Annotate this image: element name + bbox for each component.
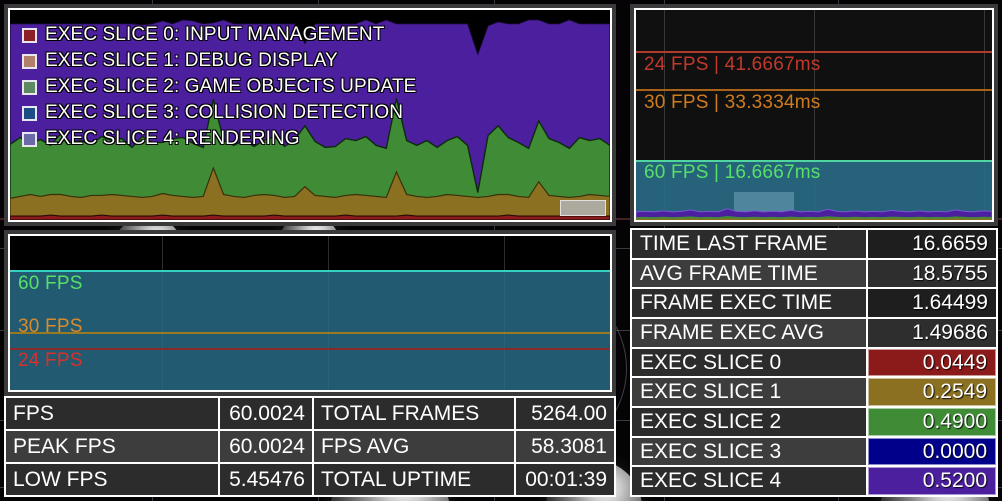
fps-row-1-value-2: 58.3081	[516, 431, 614, 462]
fps-line-60	[10, 270, 610, 272]
fps-area-fill	[10, 272, 610, 390]
stats-row-4-value: 0.0449	[868, 348, 996, 377]
frame-stats-table: TIME LAST FRAME 16.6659 AVG FRAME TIME 18.5…	[630, 228, 998, 497]
stats-row-6-value-text: 0.4900	[922, 409, 987, 433]
frame-time-label-60fps: 60 FPS | 16.6667ms	[644, 162, 821, 183]
fps-row-1-key-2: FPS AVG	[314, 431, 514, 462]
legend-item[interactable]: EXEC SLICE 2: GAME OBJECTS UPDATE	[22, 74, 416, 100]
table-row: TIME LAST FRAME 16.6659	[632, 230, 996, 258]
table-row: EXEC SLICE 3 0.0000	[632, 437, 996, 466]
stats-row-3-value-text: 1.49686	[912, 320, 988, 344]
stats-row-1-value: 18.5755	[868, 259, 996, 288]
frame-time-label-30fps: 30 FPS | 33.3334ms	[644, 92, 821, 113]
stats-row-6-key: EXEC SLICE 2	[632, 408, 866, 436]
stats-row-4-key: EXEC SLICE 0	[632, 348, 866, 377]
stats-row-5-key: EXEC SLICE 1	[632, 378, 866, 407]
frame-time-slice-svg	[636, 208, 992, 220]
fps-graph-panel: 60 FPS 30 FPS 24 FPS	[4, 230, 616, 396]
table-row: FPS 60.0024 TOTAL FRAMES 5264.00	[6, 398, 614, 429]
legend-label-slice-3: EXEC SLICE 3: COLLISION DETECTION	[45, 102, 404, 123]
fps-row-1-value: 60.0024	[220, 431, 312, 462]
legend-swatch-slice-3	[22, 105, 37, 121]
frame-time-graph-panel: 24 FPS | 41.6667ms 30 FPS | 33.3334ms 60…	[630, 4, 998, 226]
table-row: FRAME EXEC TIME 1.64499	[632, 289, 996, 318]
table-row: AVG FRAME TIME 18.5755	[632, 259, 996, 288]
fps-row-2-key-2: TOTAL UPTIME	[314, 464, 514, 495]
legend-swatch-slice-2	[22, 79, 37, 95]
fps-row-2-value: 5.45476	[220, 464, 312, 495]
frame-time-line-30fps	[636, 89, 992, 91]
stats-row-3-key: FRAME EXEC AVG	[632, 319, 866, 347]
legend-label-slice-1: EXEC SLICE 1: DEBUG DISPLAY	[45, 50, 338, 71]
exec-graph-scrollbar-thumb[interactable]	[560, 200, 606, 216]
stats-row-8-value: 0.5200	[868, 467, 996, 496]
stats-row-3-value: 1.49686	[868, 319, 996, 347]
table-row: EXEC SLICE 1 0.2549	[632, 378, 996, 407]
stats-row-1-value-text: 18.5755	[912, 261, 988, 285]
stats-row-8-key: EXEC SLICE 4	[632, 467, 866, 496]
legend-label-slice-0: EXEC SLICE 0: INPUT MANAGEMENT	[45, 24, 385, 45]
frame-time-label-24fps: 24 FPS | 41.6667ms	[644, 54, 821, 75]
stats-row-1-key: AVG FRAME TIME	[632, 259, 866, 288]
table-row: EXEC SLICE 4 0.5200	[632, 467, 996, 496]
legend-item[interactable]: EXEC SLICE 1: DEBUG DISPLAY	[22, 48, 416, 74]
fps-label-30: 30 FPS	[18, 316, 83, 337]
fps-graph[interactable]: 60 FPS 30 FPS 24 FPS	[10, 236, 610, 390]
fps-row-2-key: LOW FPS	[6, 464, 218, 495]
stats-row-7-value-text: 0.0000	[922, 439, 987, 463]
stats-row-0-value: 16.6659	[868, 230, 996, 258]
table-row: FRAME EXEC AVG 1.49686	[632, 319, 996, 347]
legend-item[interactable]: EXEC SLICE 3: COLLISION DETECTION	[22, 100, 416, 126]
stats-row-5-value: 0.2549	[868, 378, 996, 407]
frame-time-graph[interactable]: 24 FPS | 41.6667ms 30 FPS | 33.3334ms 60…	[636, 10, 992, 220]
legend-item[interactable]: EXEC SLICE 0: INPUT MANAGEMENT	[22, 22, 416, 48]
fps-row-0-key-2: TOTAL FRAMES	[314, 398, 514, 429]
fps-label-24: 24 FPS	[18, 350, 83, 371]
table-row: EXEC SLICE 0 0.0449	[632, 348, 996, 377]
fps-line-24	[10, 348, 610, 350]
stats-row-0-value-text: 16.6659	[912, 231, 988, 255]
fps-row-2-value-2: 00:01:39	[516, 464, 614, 495]
stats-row-4-value-text: 0.0449	[922, 350, 987, 374]
legend-label-slice-4: EXEC SLICE 4: RENDERING	[45, 128, 300, 149]
fps-row-0-value-2: 5264.00	[516, 398, 614, 429]
stats-row-6-value: 0.4900	[868, 408, 996, 436]
fps-row-1-key: PEAK FPS	[6, 431, 218, 462]
table-row: EXEC SLICE 2 0.4900	[632, 408, 996, 436]
stats-row-2-value-text: 1.64499	[912, 291, 988, 315]
fps-line-30	[10, 332, 610, 334]
frame-time-line-24fps	[636, 51, 992, 53]
stats-row-0-key: TIME LAST FRAME	[632, 230, 866, 258]
fps-label-60: 60 FPS	[18, 273, 83, 294]
stats-row-7-value: 0.0000	[868, 437, 996, 466]
stats-row-2-key: FRAME EXEC TIME	[632, 289, 866, 318]
fps-row-0-value: 60.0024	[220, 398, 312, 429]
legend-swatch-slice-1	[22, 53, 37, 69]
stats-row-7-key: EXEC SLICE 3	[632, 437, 866, 466]
legend-item[interactable]: EXEC SLICE 4: RENDERING	[22, 126, 416, 152]
fps-row-0-key: FPS	[6, 398, 218, 429]
exec-slice-graph-panel: EXEC SLICE 0: INPUT MANAGEMENT EXEC SLIC…	[4, 4, 616, 226]
exec-slice-legend: EXEC SLICE 0: INPUT MANAGEMENT EXEC SLIC…	[22, 22, 416, 152]
legend-swatch-slice-0	[22, 27, 37, 43]
stats-row-5-value-text: 0.2549	[922, 380, 987, 404]
table-row: LOW FPS 5.45476 TOTAL UPTIME 00:01:39	[6, 464, 614, 495]
stats-row-2-value: 1.64499	[868, 289, 996, 318]
fps-stats-table: FPS 60.0024 TOTAL FRAMES 5264.00 PEAK FP…	[4, 396, 616, 497]
legend-label-slice-2: EXEC SLICE 2: GAME OBJECTS UPDATE	[45, 76, 417, 97]
legend-swatch-slice-4	[22, 131, 37, 147]
frame-time-slice-area	[636, 202, 992, 220]
stats-row-8-value-text: 0.5200	[922, 469, 987, 493]
table-row: PEAK FPS 60.0024 FPS AVG 58.3081	[6, 431, 614, 462]
